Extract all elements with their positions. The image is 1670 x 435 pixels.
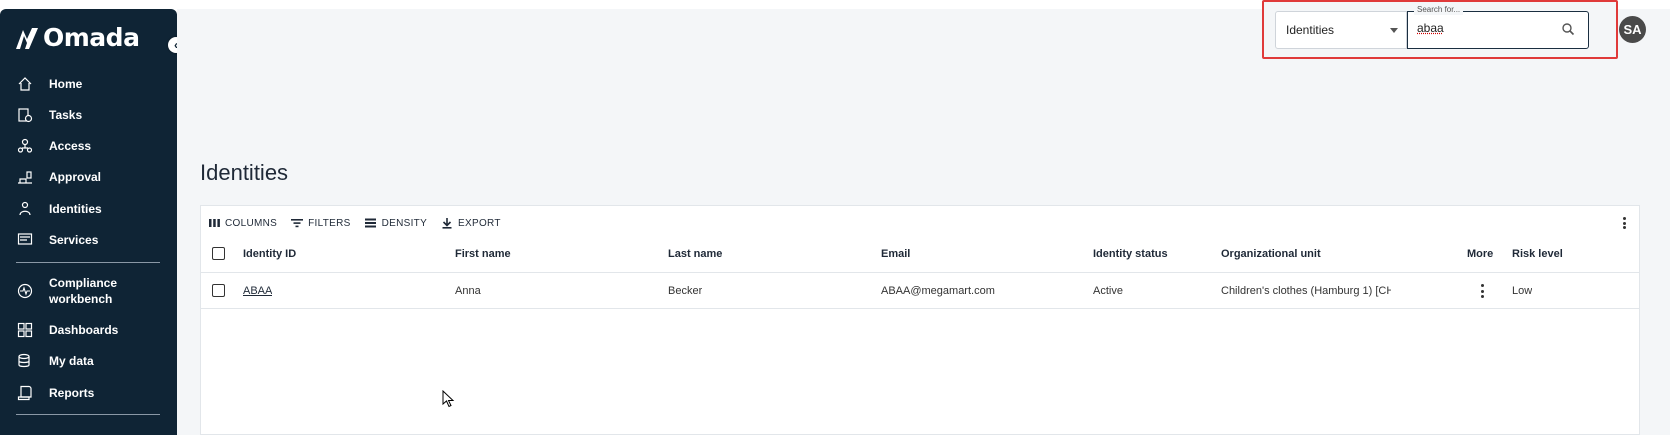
sidebar: Omada ‹ Home Tasks Access Approval Ident… (0, 9, 184, 435)
tasks-icon (16, 106, 34, 124)
sidebar-item-label: Reports (49, 386, 95, 400)
filters-label: FILTERS (308, 217, 351, 229)
sidebar-item-label: Identities (49, 202, 102, 216)
sidebar-item-home[interactable]: Home (0, 69, 177, 99)
mouse-cursor-icon (442, 390, 455, 408)
org-unit-cell: Children's clothes (Hamburg 1) [CHI... (1221, 284, 1391, 297)
search-input[interactable] (1417, 21, 1547, 35)
table-row[interactable]: ABAA Anna Becker ABAA@megamart.com Activ… (201, 273, 1639, 309)
sidebar-item-services[interactable]: Services (0, 225, 177, 255)
my-data-icon (16, 352, 34, 370)
column-header-org-unit[interactable]: Organizational unit (1221, 236, 1321, 272)
search-scope-value: Identities (1286, 23, 1335, 37)
identities-grid: COLUMNS FILTERS DENSITY EXPORT Identity … (200, 205, 1640, 435)
app-name: Omada (43, 23, 140, 52)
page-title: Identities (200, 160, 289, 185)
identities-icon (16, 200, 34, 218)
sidebar-item-label: Dashboards (49, 323, 119, 337)
omada-logo-icon (16, 27, 38, 49)
sidebar-item-compliance-workbench[interactable]: Compliance workbench (0, 274, 177, 308)
columns-label: COLUMNS (225, 217, 278, 229)
search-icon[interactable] (1561, 22, 1575, 36)
column-header-identity-id[interactable]: Identity ID (243, 236, 296, 272)
identity-id-link[interactable]: ABAA (243, 273, 272, 308)
email-cell: ABAA@megamart.com (881, 284, 995, 297)
avatar[interactable]: SA (1619, 16, 1646, 43)
sidebar-item-label: My data (49, 354, 94, 368)
export-label: EXPORT (458, 217, 501, 229)
sidebar-item-label: Tasks (49, 108, 83, 122)
sidebar-item-label: Approval (49, 170, 102, 184)
home-icon (16, 75, 34, 93)
sidebar-item-label: Services (49, 233, 99, 247)
sidebar-item-access[interactable]: Access (0, 131, 177, 161)
sidebar-item-identities[interactable]: Identities (0, 194, 177, 224)
sidebar-item-reports[interactable]: Reports (0, 378, 177, 408)
first-name-cell: Anna (455, 284, 481, 297)
export-button[interactable]: EXPORT (441, 217, 501, 229)
sidebar-divider (16, 262, 160, 263)
columns-icon (208, 217, 220, 229)
sidebar-item-label: Compliance workbench (49, 276, 118, 306)
density-button[interactable]: DENSITY (365, 217, 427, 229)
row-more-icon[interactable] (1477, 283, 1487, 299)
filter-icon (291, 217, 304, 229)
sidebar-item-tasks[interactable]: Tasks (0, 100, 177, 130)
approval-icon (16, 168, 34, 186)
column-header-identity-status[interactable]: Identity status (1093, 236, 1168, 272)
grid-toolbar: COLUMNS FILTERS DENSITY EXPORT (208, 214, 501, 232)
density-icon (365, 217, 377, 229)
column-header-risk-level[interactable]: Risk level (1512, 236, 1563, 272)
chevron-down-icon (1390, 28, 1398, 33)
sidebar-item-approval[interactable]: Approval (0, 162, 177, 192)
grid-more-options-icon[interactable] (1619, 215, 1629, 231)
column-header-email[interactable]: Email (881, 236, 910, 272)
columns-button[interactable]: COLUMNS (208, 217, 277, 229)
status-cell: Active (1093, 284, 1123, 297)
search-scope-select[interactable]: Identities (1275, 11, 1407, 49)
omada-logo[interactable]: Omada (14, 23, 140, 52)
compliance-icon (16, 282, 34, 300)
select-all-checkbox[interactable] (212, 247, 225, 260)
sidebar-divider (16, 414, 160, 415)
table-header-row: Identity ID First name Last name Email I… (201, 236, 1639, 273)
filters-button[interactable]: FILTERS (291, 217, 350, 229)
search-label: Search for... (1414, 5, 1464, 15)
column-header-more: More (1467, 248, 1494, 260)
last-name-cell: Becker (668, 284, 703, 297)
reports-icon (16, 384, 34, 402)
dashboards-icon (16, 321, 34, 339)
density-label: DENSITY (381, 217, 428, 229)
sidebar-item-label: Home (49, 77, 83, 91)
risk-level-cell: Low (1512, 284, 1533, 297)
sidebar-item-dashboards[interactable]: Dashboards (0, 315, 177, 345)
services-icon (16, 231, 34, 249)
column-header-first-name[interactable]: First name (455, 236, 511, 272)
sidebar-item-label: Access (49, 139, 92, 153)
sidebar-item-my-data[interactable]: My data (0, 346, 177, 376)
download-icon (441, 217, 453, 229)
column-header-last-name[interactable]: Last name (668, 236, 722, 272)
access-icon (16, 137, 34, 155)
row-checkbox[interactable] (212, 284, 225, 297)
